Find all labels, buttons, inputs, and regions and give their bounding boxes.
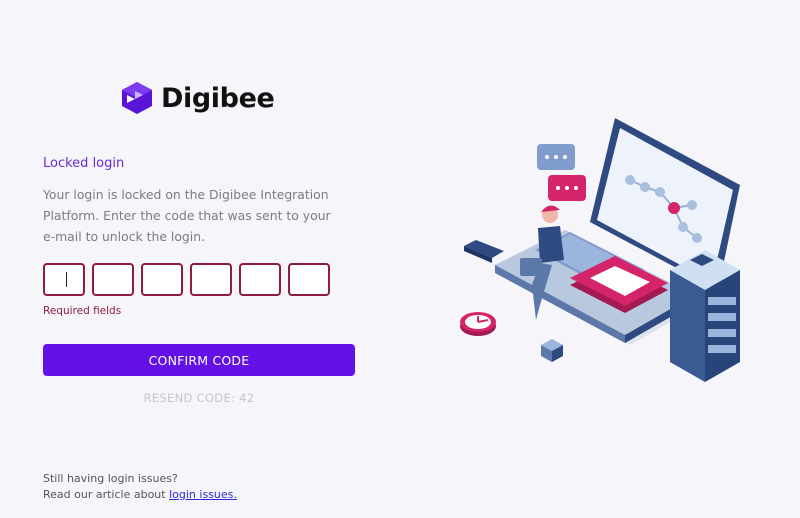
cube [541, 339, 563, 362]
clock [460, 312, 496, 336]
code-input-5[interactable] [239, 263, 281, 296]
chat-bubbles [537, 144, 586, 201]
server-rack [670, 250, 740, 382]
laptop-server-illustration [460, 118, 740, 382]
login-help-footer: Still having login issues? Read our arti… [43, 471, 237, 503]
code-input-4[interactable] [190, 263, 232, 296]
page-title: Locked login [43, 156, 125, 171]
text-cursor [66, 272, 67, 287]
logo-text: Digibee [161, 82, 275, 114]
code-input-3[interactable] [141, 263, 183, 296]
confirm-code-button[interactable]: CONFIRM CODE [43, 344, 355, 376]
login-issues-link[interactable]: login issues. [169, 488, 237, 501]
footer-prefix: Read our article about [43, 488, 166, 501]
digibee-logo: Digibee [121, 81, 275, 115]
smartphone [464, 240, 504, 263]
footer-line-1: Still having login issues? [43, 472, 178, 485]
resend-code-button[interactable]: RESEND CODE: 42 [43, 391, 355, 405]
code-input-2[interactable] [92, 263, 134, 296]
code-input-6[interactable] [288, 263, 330, 296]
code-input-1[interactable] [43, 263, 85, 296]
login-panel: Digibee Locked login Your login is locke… [0, 0, 400, 518]
code-box-wrapper [43, 263, 85, 296]
digibee-logo-icon [122, 82, 152, 114]
footer-line-2: Read our article about login issues. [43, 487, 237, 503]
code-input-row [43, 263, 330, 296]
required-fields-error: Required fields [43, 305, 122, 317]
page-description: Your login is locked on the Digibee Inte… [43, 187, 331, 244]
